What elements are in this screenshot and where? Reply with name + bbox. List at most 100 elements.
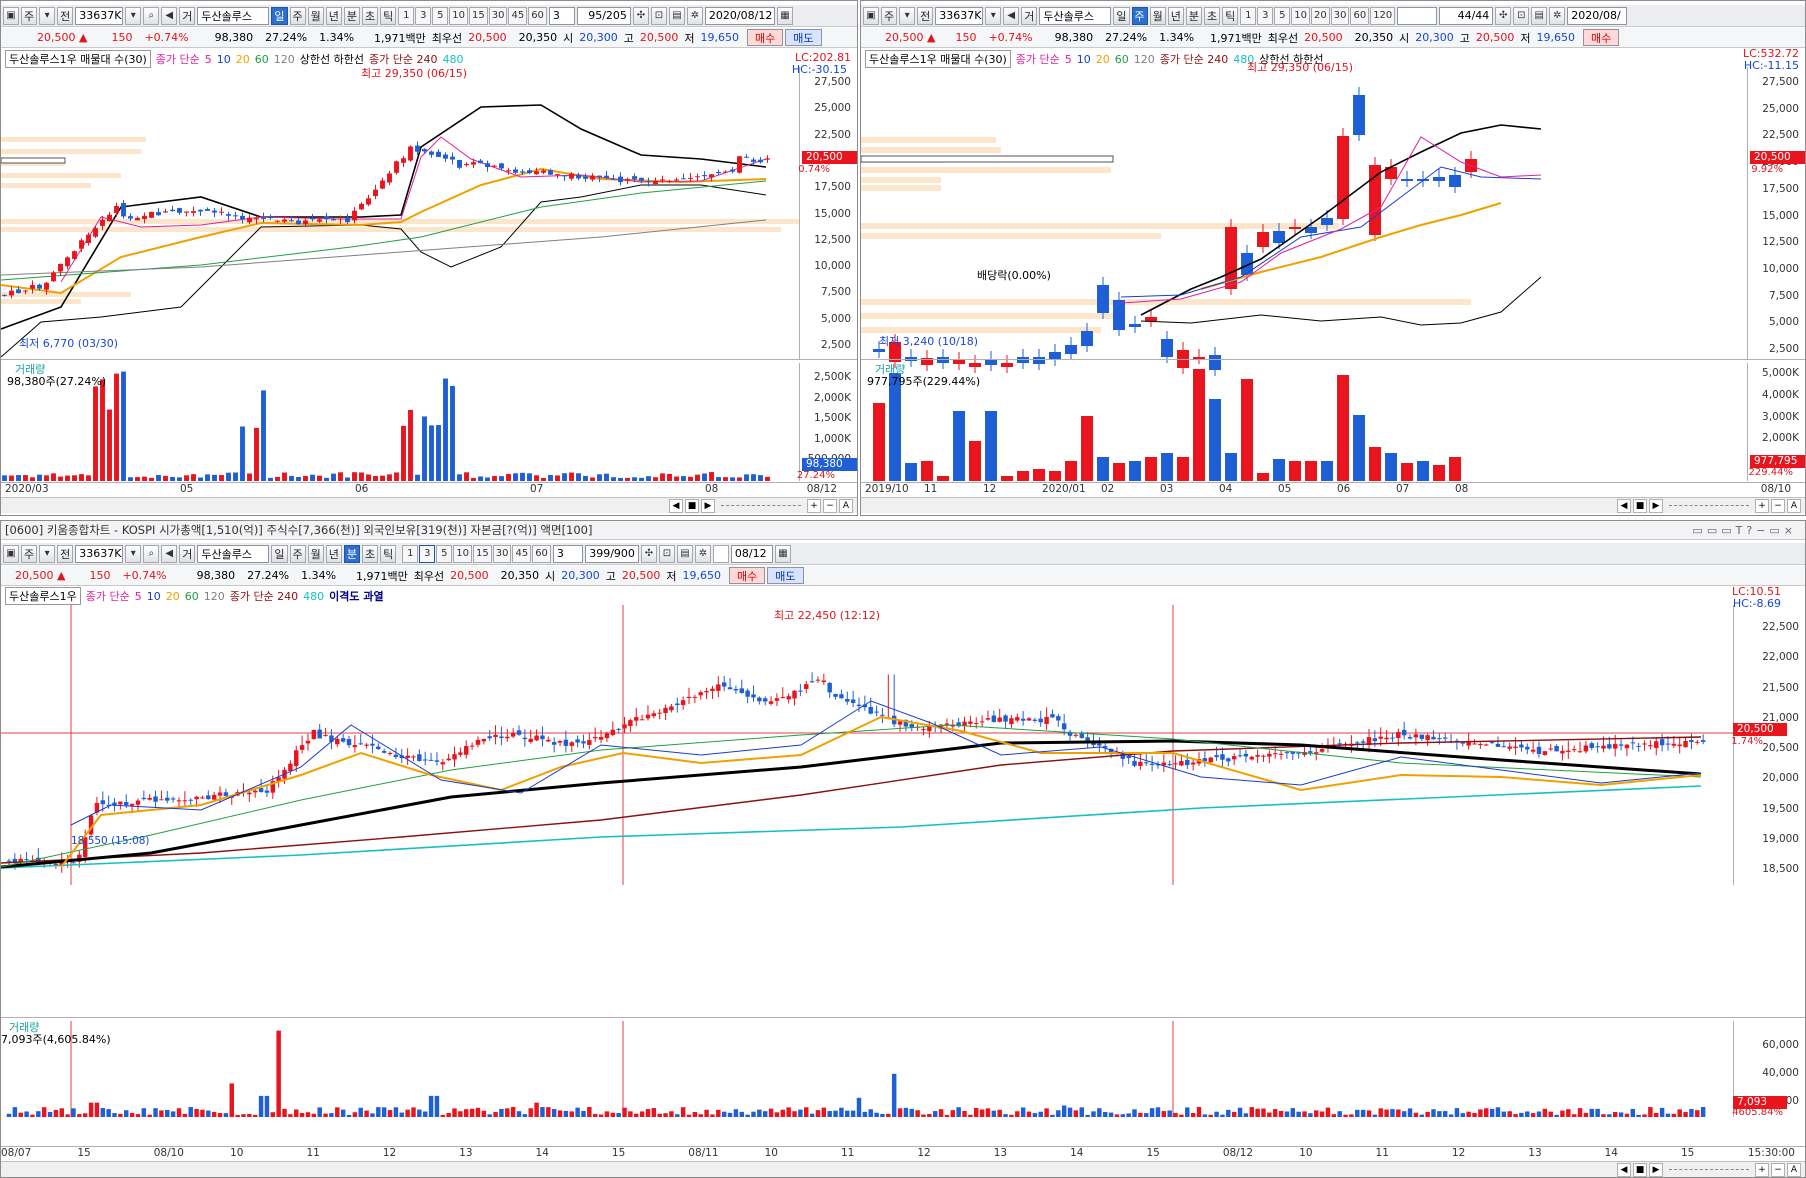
tab-second[interactable]: 초 <box>362 544 379 563</box>
interval-10-button[interactable]: 10 <box>453 544 472 563</box>
checkbox[interactable] <box>712 544 729 563</box>
date-field[interactable]: 2020/08/ <box>1567 6 1628 25</box>
interval-20-button[interactable]: 20 <box>1310 6 1330 25</box>
interval-30-button[interactable]: 30 <box>492 544 512 563</box>
tab-week[interactable]: 주 <box>289 544 306 563</box>
tab-week[interactable]: 주 <box>1131 6 1148 25</box>
price-chart[interactable] <box>861 67 1749 376</box>
scroll-bar[interactable]: ◀ ■ ▶ + − A <box>1 1161 1805 1177</box>
chevron-down-icon[interactable]: ▾ <box>125 544 142 563</box>
interval-1-button[interactable]: 1 <box>1240 6 1257 25</box>
tab-tick[interactable]: 틱 <box>1222 6 1239 25</box>
font-icon[interactable]: A <box>1787 1162 1801 1177</box>
tab-second[interactable]: 초 <box>1204 6 1221 25</box>
interval-5-button[interactable]: 5 <box>1274 6 1291 25</box>
trade-button[interactable]: 거 <box>179 544 196 563</box>
lock-icon[interactable]: ⊡ <box>650 6 667 25</box>
market-button[interactable]: 주 <box>881 6 898 25</box>
scroll-left-icon[interactable]: ◀ <box>1617 498 1631 513</box>
tab-year[interactable]: 년 <box>1167 6 1184 25</box>
legend-ma10[interactable]: 10 <box>147 590 161 603</box>
gear-icon[interactable]: ✲ <box>694 544 711 563</box>
legend-ma120[interactable]: 120 <box>274 53 295 66</box>
legend-ma20[interactable]: 20 <box>166 590 180 603</box>
interval-10-button[interactable]: 10 <box>1291 6 1310 25</box>
speaker-icon[interactable]: ◀ <box>1003 6 1020 25</box>
volume-chart[interactable] <box>1 1021 1733 1117</box>
tool-icon[interactable]: ✣ <box>632 6 649 25</box>
interval-45-button[interactable]: 45 <box>512 544 532 563</box>
tool-icon[interactable]: ✣ <box>640 544 657 563</box>
stock-name-field[interactable]: 두산솔루스 <box>197 544 270 563</box>
volume-chart[interactable] <box>1 363 801 481</box>
lock-icon[interactable]: ⊡ <box>1513 6 1530 25</box>
legend-ma10[interactable]: 10 <box>1077 53 1091 66</box>
stop-icon[interactable]: ■ <box>685 498 699 513</box>
sell-button[interactable]: 매도 <box>767 567 804 584</box>
tab-minute[interactable]: 분 <box>343 6 360 25</box>
window-menu-icon[interactable]: ▣ <box>3 544 19 563</box>
prefix-button[interactable]: 전 <box>57 6 74 25</box>
legend-ma[interactable]: 종가 단순 <box>156 51 200 67</box>
interval-3-button[interactable]: 3 <box>419 544 436 563</box>
buy-button[interactable]: 매수 <box>729 567 766 584</box>
tab-day[interactable]: 일 <box>271 544 288 563</box>
stop-icon[interactable]: ■ <box>1633 1162 1647 1177</box>
prefix-button[interactable]: 전 <box>57 544 74 563</box>
interval-5-button[interactable]: 5 <box>436 544 453 563</box>
market-button[interactable]: 주 <box>21 6 38 25</box>
interval-60-button[interactable]: 60 <box>1350 6 1370 25</box>
legend-ma60[interactable]: 60 <box>255 53 269 66</box>
scroll-right-icon[interactable]: ▶ <box>701 498 715 513</box>
legend-name[interactable]: 두산솔루스1우 매물대 수(30) <box>865 50 1011 68</box>
chevron-down-icon[interactable]: ▾ <box>985 6 1002 25</box>
zoom-in-icon[interactable]: + <box>1755 498 1769 513</box>
tool-icon[interactable]: ✣ <box>1495 6 1512 25</box>
stop-icon[interactable]: ■ <box>1633 498 1647 513</box>
zoom-out-icon[interactable]: − <box>823 498 837 513</box>
legend-ma[interactable]: 종가 단순 <box>1016 51 1060 67</box>
calendar-icon[interactable]: ▦ <box>774 544 791 563</box>
search-icon[interactable]: ⌕ <box>143 6 160 25</box>
legend-ma10[interactable]: 10 <box>217 53 231 66</box>
zoom-out-icon[interactable]: − <box>1771 498 1785 513</box>
interval-15-button[interactable]: 15 <box>468 6 488 25</box>
tab-month[interactable]: 월 <box>307 544 324 563</box>
legend-ma240[interactable]: 종가 단순 240 <box>230 588 298 604</box>
interval-30-button[interactable]: 30 <box>488 6 508 25</box>
price-chart[interactable] <box>1 605 1733 885</box>
legend-ma5[interactable]: 5 <box>135 590 142 603</box>
stock-code-input[interactable]: 33637K <box>75 6 124 25</box>
scroll-left-icon[interactable]: ◀ <box>669 498 683 513</box>
legend-bollinger[interactable]: 상한선 하한선 <box>300 51 364 67</box>
interval-10-button[interactable]: 10 <box>449 6 468 25</box>
market-button[interactable]: 주 <box>21 544 38 563</box>
interval-select[interactable]: 3 <box>548 6 575 25</box>
legend-disparity[interactable]: 이격도 과열 <box>329 588 383 604</box>
search-icon[interactable]: ⌕ <box>143 544 160 563</box>
bar-count-field[interactable]: 399/900 <box>584 544 639 563</box>
speaker-icon[interactable]: ◀ <box>161 6 178 25</box>
bar-count-field[interactable]: 95/205 <box>576 6 631 25</box>
save-icon[interactable]: ▤ <box>1531 6 1548 25</box>
chevron-down-icon[interactable]: ▾ <box>899 6 916 25</box>
chevron-down-icon[interactable]: ▾ <box>39 6 56 25</box>
interval-45-button[interactable]: 45 <box>508 6 528 25</box>
trade-button[interactable]: 거 <box>1021 6 1038 25</box>
legend-ma120[interactable]: 120 <box>204 590 225 603</box>
save-icon[interactable]: ▤ <box>676 544 693 563</box>
legend-name[interactable]: 두산솔루스1우 매물대 수(30) <box>5 50 151 68</box>
date-field[interactable]: 08/12 <box>730 544 773 563</box>
tab-year[interactable]: 년 <box>325 6 342 25</box>
tab-minute[interactable]: 분 <box>1185 6 1202 25</box>
window-menu-icon[interactable]: ▣ <box>3 6 19 25</box>
gear-icon[interactable]: ✲ <box>1549 6 1566 25</box>
speaker-icon[interactable]: ◀ <box>161 544 178 563</box>
tab-minute[interactable]: 분 <box>343 544 360 563</box>
tab-day[interactable]: 일 <box>1113 6 1130 25</box>
legend-ma60[interactable]: 60 <box>185 590 199 603</box>
interval-15-button[interactable]: 15 <box>472 544 492 563</box>
legend-ma5[interactable]: 5 <box>1065 53 1072 66</box>
zoom-out-icon[interactable]: − <box>1771 1162 1785 1177</box>
interval-1-button[interactable]: 1 <box>402 544 419 563</box>
